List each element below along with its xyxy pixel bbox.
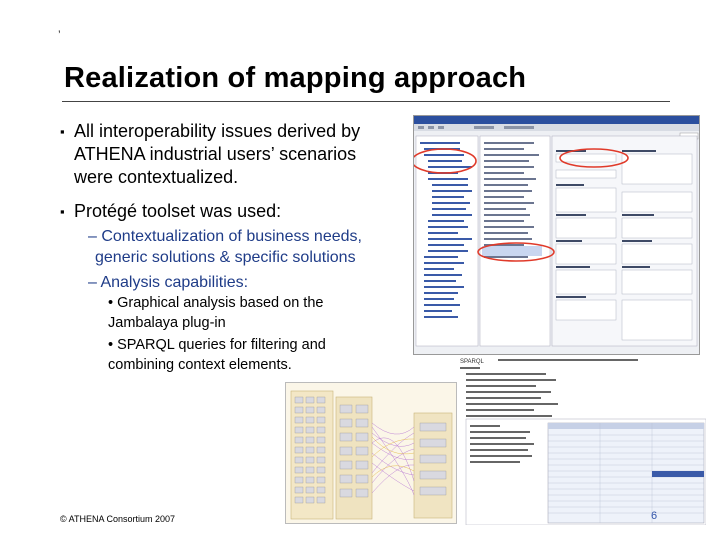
sub-bullet-line: – Contextualization of business needs, [88,228,362,245]
corner-mark: ’ [58,28,61,42]
sub-bullet-line: – Analysis capabilities: [88,274,249,291]
sparql-heading: SPARQL [460,359,485,365]
bullet-protege: ▪ Protégé toolset was used: [60,200,410,223]
sub-sub-bullet-line: Jambalaya plug-in [108,315,226,331]
sub-sub-bullet-line: combining context elements. [108,357,292,373]
sparql-query-screenshot: SPARQL [458,355,706,525]
bullet-interoperability: ▪ All interoperability issues derived by… [60,120,410,189]
sub-sub-bullet-graphical: • Graphical analysis based on the Jambal… [108,293,408,333]
protege-window-illustration [414,116,699,347]
sub-sub-bullet-sparql: • SPARQL queries for filtering and combi… [108,335,408,375]
page-number: 6 [651,510,658,522]
bullet-line: ATHENA industrial users’ scenarios [74,144,357,164]
bullet-line: Protégé toolset was used: [74,201,282,221]
copyright-footer: © ATHENA Consortium 2007 [60,514,176,524]
jambalaya-graph-illustration [290,390,453,520]
sub-sub-bullet-line: • SPARQL queries for filtering and [108,337,326,353]
sub-sub-bullet-line: • Graphical analysis based on the [108,295,324,311]
sub-bullet-analysis: – Analysis capabilities: [88,272,408,293]
bullet-line: were contextualized. [74,167,239,187]
square-bullet-icon: ▪ [60,204,65,219]
slide-title: Realization of mapping approach [64,62,527,94]
title-divider [62,101,670,102]
square-bullet-icon: ▪ [60,124,65,139]
protege-window-screenshot [413,115,700,355]
sub-bullet-line: generic solutions & specific solutions [95,249,356,266]
bullet-line: All interoperability issues derived by [74,121,361,141]
jambalaya-graph-screenshot [285,382,457,524]
sparql-query-illustration: SPARQL [460,359,706,525]
sub-bullet-contextualization: – Contextualization of business needs, g… [88,226,408,268]
